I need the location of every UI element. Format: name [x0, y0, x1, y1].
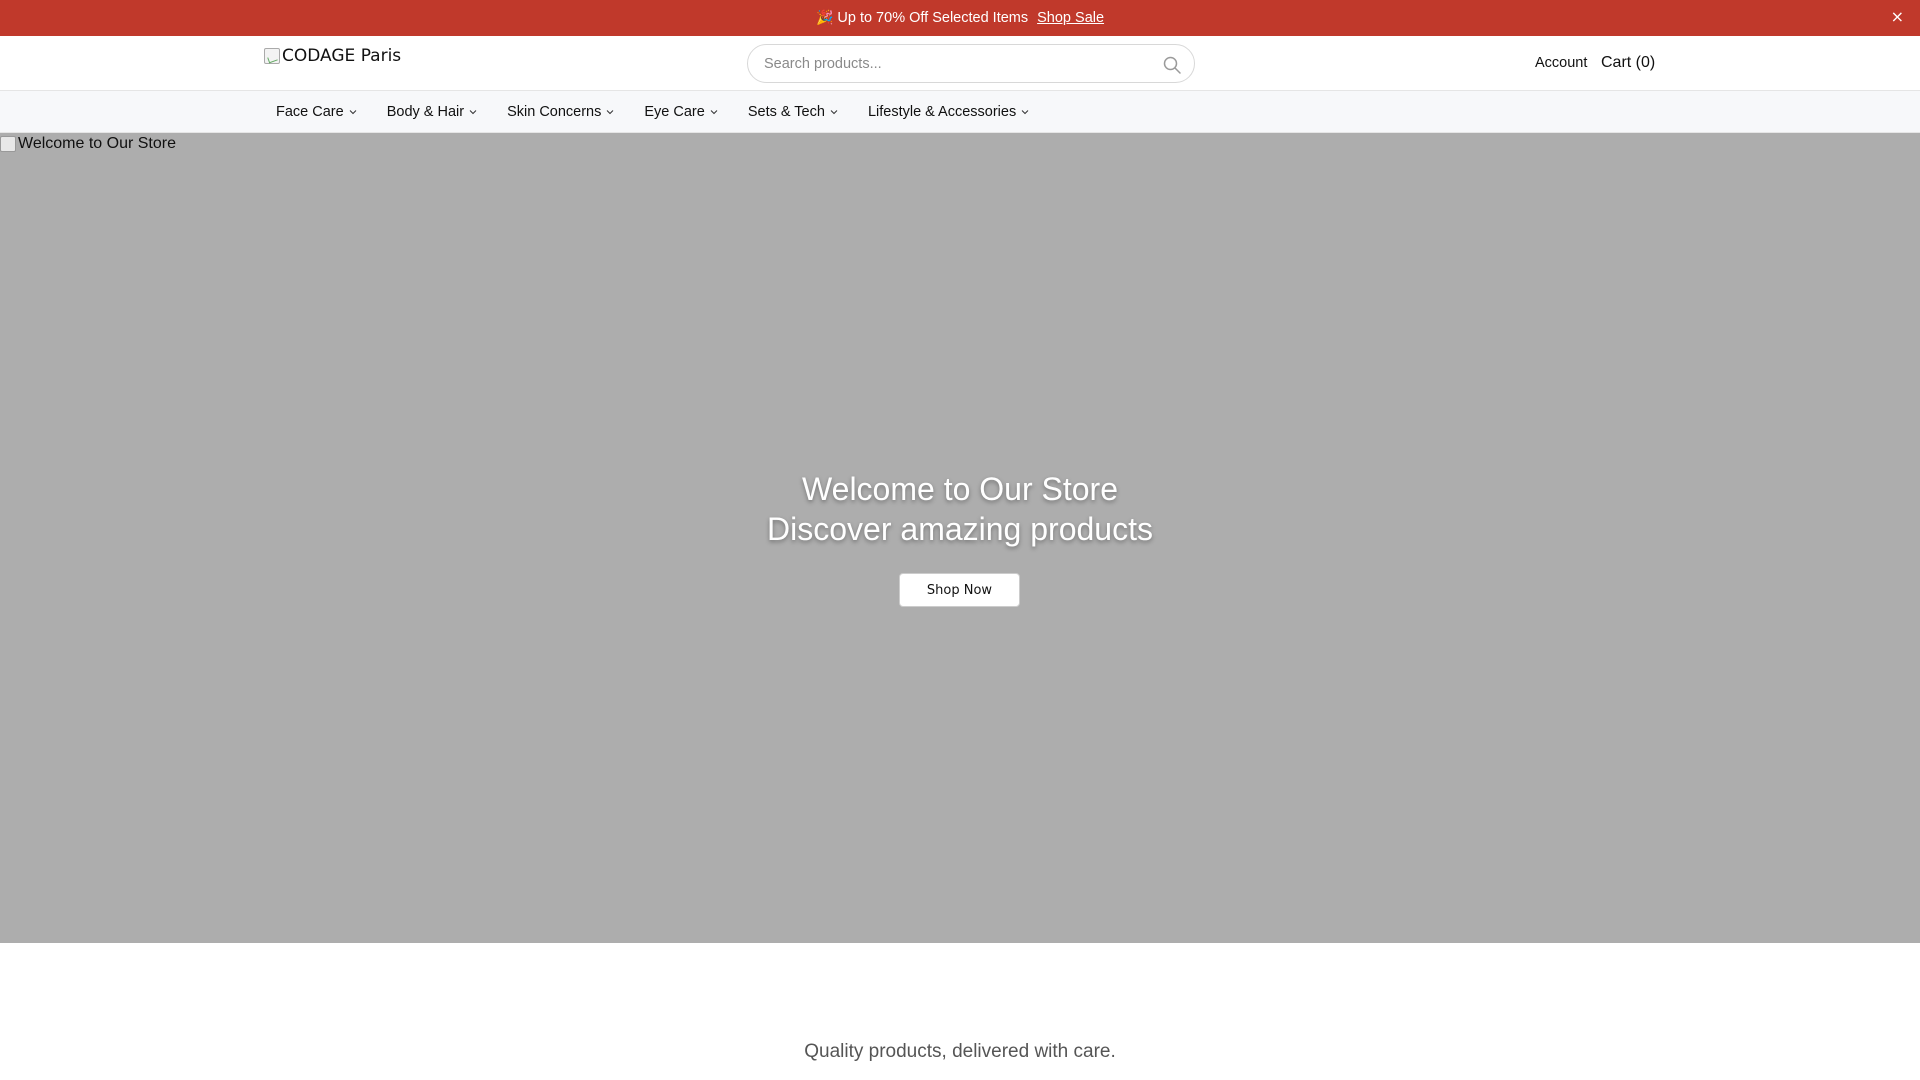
hero-image-alt: Welcome to Our Store: [0, 135, 176, 153]
chevron-down-icon: [710, 110, 718, 115]
nav-item-sets-tech[interactable]: Sets & Tech: [736, 91, 851, 133]
site-header: CODAGE Paris Account Cart (0): [0, 36, 1920, 91]
party-emoji-icon: 🎉: [815, 10, 834, 26]
nav-item-label: Lifestyle & Accessories: [867, 104, 1017, 120]
hero-banner: Welcome to Our Store Welcome to Our Stor…: [0, 133, 1920, 943]
announcement-text: Up to 70% Off Selected Items: [837, 10, 1029, 26]
close-icon[interactable]: ×: [1891, 9, 1904, 25]
chevron-down-icon: [830, 110, 838, 115]
logo-alt-text: CODAGE Paris: [282, 46, 402, 66]
nav-item-label: Body & Hair: [386, 104, 465, 120]
announcement-bar: 🎉 Up to 70% Off Selected Items Shop Sale…: [0, 0, 1920, 36]
shop-sale-link[interactable]: Shop Sale: [1037, 10, 1104, 26]
shop-now-button[interactable]: Shop Now: [899, 573, 1020, 607]
nav-item-lifestyle-accessories[interactable]: Lifestyle & Accessories: [856, 91, 1042, 133]
hero-image-alt-text: Welcome to Our Store: [18, 135, 176, 152]
tagline: Quality products, delivered with care.: [804, 1041, 1116, 1062]
nav-item-label: Sets & Tech: [747, 104, 825, 120]
cart-link[interactable]: Cart (0): [1601, 54, 1655, 72]
hero-subtitle: Discover amazing products: [767, 511, 1153, 547]
main-nav: Face Care Body & Hair Skin Concerns Eye …: [0, 91, 1920, 133]
chevron-down-icon: [1021, 110, 1029, 115]
nav-item-skin-concerns[interactable]: Skin Concerns: [495, 91, 627, 133]
nav-item-label: Face Care: [276, 104, 344, 120]
broken-image-icon: [264, 48, 280, 64]
hero-title: Welcome to Our Store: [802, 471, 1118, 507]
nav-item-label: Eye Care: [644, 104, 705, 120]
chevron-down-icon: [469, 110, 477, 115]
chevron-down-icon: [349, 110, 357, 115]
logo[interactable]: CODAGE Paris: [264, 46, 401, 66]
broken-image-icon: [0, 136, 16, 152]
nav-item-face-care[interactable]: Face Care: [264, 91, 370, 133]
nav-item-eye-care[interactable]: Eye Care: [632, 91, 730, 133]
search-box: [747, 44, 1195, 83]
search-input[interactable]: [764, 45, 1144, 82]
nav-item-body-hair[interactable]: Body & Hair: [375, 91, 490, 133]
nav-item-label: Skin Concerns: [507, 104, 602, 120]
search-icon[interactable]: [1162, 55, 1182, 75]
account-link[interactable]: Account: [1535, 55, 1587, 71]
chevron-down-icon: [607, 110, 614, 115]
